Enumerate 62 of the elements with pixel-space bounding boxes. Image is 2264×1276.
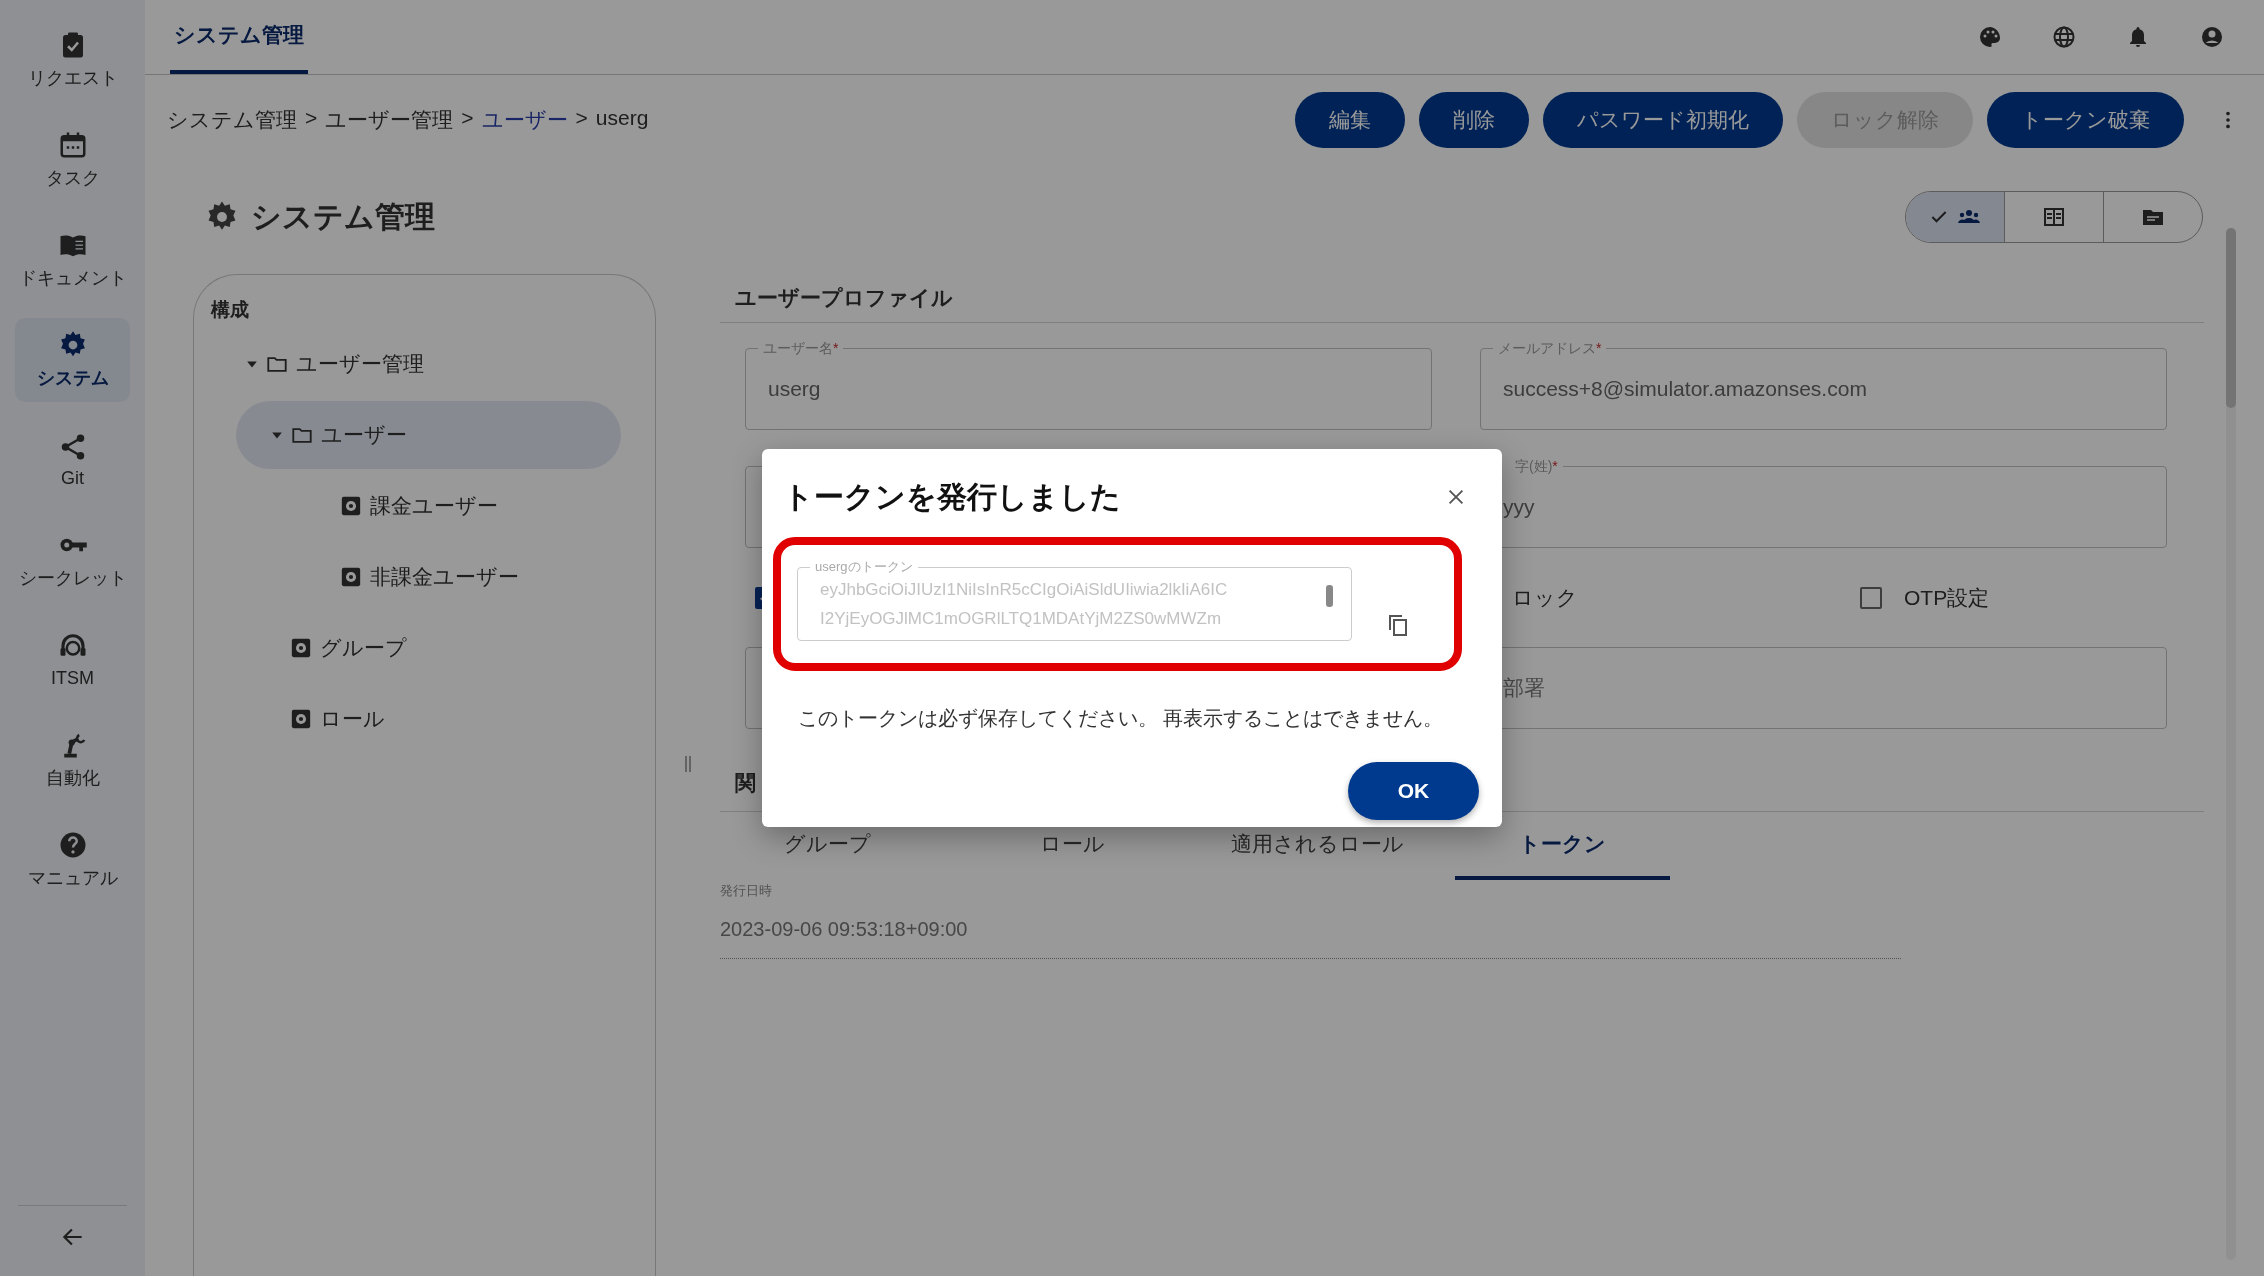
field-value: 2023-09-06 09:53:18+09:00 [720,917,968,941]
nav-item[interactable]: シークレット [15,518,130,602]
scrollbar[interactable] [2226,228,2236,1260]
breadcrumb-separator: > [305,106,318,131]
nav-item[interactable]: Git [15,418,130,502]
field-value: success+8@simulator.amazonses.com [1503,376,1867,401]
required-mark: * [1552,458,1558,474]
breadcrumb-item: userg [595,106,649,131]
nav-item[interactable]: 自動化 [15,718,130,802]
action-button[interactable]: トークン破棄 [1987,92,2184,148]
required-mark: * [833,340,839,356]
section-heading: ユーザープロファイル [720,274,2204,323]
field-label: 発行日時 [720,882,773,900]
scrollbar-thumb[interactable] [1326,585,1333,607]
tree-item[interactable]: 課金ユーザー [236,472,621,540]
action-button[interactable]: 削除 [1419,92,1529,148]
breadcrumb-item: ユーザー管理 [325,107,454,133]
tree-heading: 構成 [209,298,250,322]
tree-item[interactable]: グループ [236,614,621,682]
more-icon[interactable] [2224,109,2232,131]
nav-item[interactable]: タスク [15,118,130,202]
view-toggle-option[interactable] [1906,192,2004,242]
field-value: yyy [1503,494,1535,519]
nav-item[interactable]: ドキュメント [15,218,130,302]
tree-item[interactable]: ユーザー管理 [236,330,621,398]
field-placeholder: 部署 [1503,675,1545,701]
dialog-message: このトークンは必ず保存してください。 再表示することはできません。 [797,706,1445,731]
copy-icon[interactable] [1386,613,1410,637]
breadcrumb-separator: > [575,106,588,131]
action-button[interactable]: 編集 [1295,92,1405,148]
checkbox[interactable] [1860,586,1882,609]
action-button[interactable]: パスワード初期化 [1543,92,1783,148]
checkbox-label: OTP設定 [1904,584,1990,611]
nav-item[interactable]: システム [15,318,130,402]
globe-icon[interactable] [2052,25,2076,49]
tree-item[interactable]: 非課金ユーザー [236,543,621,611]
header-tab[interactable]: システム管理 [170,0,308,74]
tree-item[interactable]: ロール [236,685,621,753]
nav-item[interactable]: ITSM [15,618,130,702]
token-text: I2YjEyOGJlMC1mOGRlLTQ1MDAtYjM2ZS0wMWZm [820,608,1223,630]
field-label: usergのトークン [815,559,913,574]
token-text: eyJhbGciOiJIUzI1NiIsInR5cCIgOiAiSldUIiwia2lkIiA6IC [820,579,1229,601]
breadcrumb-separator: > [461,106,474,131]
breadcrumb-link[interactable]: ユーザー [481,106,568,134]
breadcrumb-item: システム管理 [167,107,297,133]
scrollbar-thumb[interactable] [2226,228,2236,408]
palette-icon[interactable] [1978,25,2002,49]
nav-item[interactable]: マニュアル [15,818,130,902]
field-label: メールアドレス [1498,340,1596,356]
account-icon[interactable] [2200,25,2224,49]
tree-item[interactable]: ユーザー [236,401,621,469]
columns-icon [2042,205,2066,229]
field-value: userg [768,376,821,401]
dialog-title: トークンを発行しました [783,478,1121,515]
ok-button[interactable]: OK [1348,762,1479,820]
checkbox-label: ロック [1512,584,1578,611]
page-title: システム管理 [251,198,435,235]
field-label: 字(姓) [1515,458,1553,474]
nav-item[interactable]: リクエスト [15,18,130,102]
text-field[interactable]: メールアドレス* success+8@simulator.amazonses.com [1480,339,2167,430]
required-mark: * [1596,340,1602,356]
drag-handle-icon[interactable] [683,754,693,774]
